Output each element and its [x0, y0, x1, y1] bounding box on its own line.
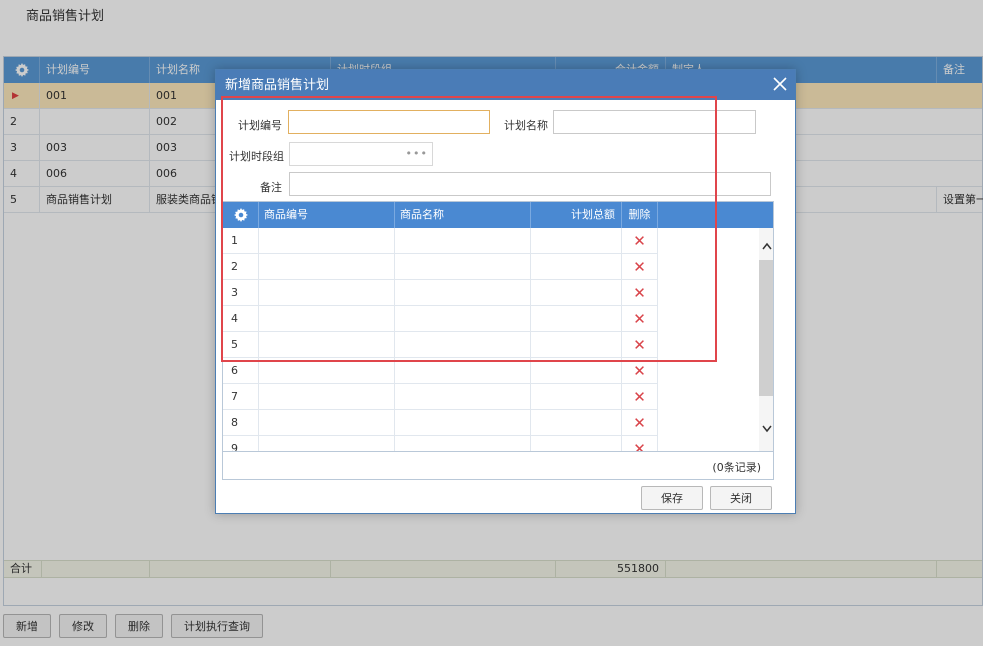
detail-grid-footer: (0条记录)	[223, 451, 773, 479]
column-product-name[interactable]: 商品名称	[395, 202, 531, 228]
dialog-title: 新增商品销售计划	[225, 78, 330, 93]
add-sales-plan-dialog: 新增商品销售计划 计划编号 计划名称 计划时段组 ••• 备注 商品编号 商品名…	[215, 69, 796, 514]
plan-total-cell[interactable]	[531, 384, 622, 410]
row-delete-icon[interactable]: ✕	[622, 228, 658, 254]
remark-input[interactable]	[289, 172, 771, 196]
row-number: 2	[223, 254, 259, 280]
detail-grid-header: 商品编号 商品名称 计划总额 删除	[223, 202, 773, 228]
list-item[interactable]: 2 ✕	[223, 254, 658, 280]
row-number: 7	[223, 384, 259, 410]
product-name-cell[interactable]	[395, 228, 531, 254]
list-item[interactable]: 8 ✕	[223, 410, 658, 436]
close-button[interactable]: 关闭	[710, 486, 772, 510]
product-code-cell[interactable]	[259, 228, 395, 254]
product-code-cell[interactable]	[259, 280, 395, 306]
list-item[interactable]: 5 ✕	[223, 332, 658, 358]
product-name-cell[interactable]	[395, 280, 531, 306]
row-number: 8	[223, 410, 259, 436]
plan-total-cell[interactable]	[531, 228, 622, 254]
list-item[interactable]: 7 ✕	[223, 384, 658, 410]
row-delete-icon[interactable]: ✕	[622, 254, 658, 280]
scroll-up-arrow-icon[interactable]	[762, 242, 772, 250]
list-item[interactable]: 3 ✕	[223, 280, 658, 306]
product-code-cell[interactable]	[259, 306, 395, 332]
plan-code-input[interactable]	[288, 110, 490, 134]
plan-code-label: 计划编号	[238, 119, 282, 132]
plan-total-cell[interactable]	[531, 280, 622, 306]
list-item[interactable]: 6 ✕	[223, 358, 658, 384]
plan-total-cell[interactable]	[531, 358, 622, 384]
product-detail-grid: 商品编号 商品名称 计划总额 删除 1 ✕ 2 ✕ 3 ✕ 4 ✕ 5 ✕ 6 ✕ 7 ✕ 8 ✕ 9 ✕ (0条…	[222, 201, 774, 480]
column-delete: 删除	[622, 202, 658, 228]
dialog-title-bar: 新增商品销售计划	[216, 70, 795, 100]
plan-total-cell[interactable]	[531, 332, 622, 358]
product-code-cell[interactable]	[259, 384, 395, 410]
column-product-code[interactable]: 商品编号	[259, 202, 395, 228]
plan-name-input[interactable]	[553, 110, 756, 134]
plan-name-label: 计划名称	[504, 119, 548, 132]
save-button[interactable]: 保存	[641, 486, 703, 510]
row-delete-icon[interactable]: ✕	[622, 280, 658, 306]
product-name-cell[interactable]	[395, 384, 531, 410]
product-code-cell[interactable]	[259, 358, 395, 384]
close-icon[interactable]	[773, 77, 787, 91]
product-code-cell[interactable]	[259, 332, 395, 358]
product-name-cell[interactable]	[395, 254, 531, 280]
list-item[interactable]: 1 ✕	[223, 228, 658, 254]
row-delete-icon[interactable]: ✕	[622, 306, 658, 332]
row-number: 1	[223, 228, 259, 254]
row-delete-icon[interactable]: ✕	[622, 332, 658, 358]
plan-total-cell[interactable]	[531, 410, 622, 436]
detail-column-settings-gear-icon[interactable]	[223, 202, 259, 228]
list-item[interactable]: 4 ✕	[223, 306, 658, 332]
period-group-picker[interactable]: •••	[289, 142, 433, 166]
row-number: 4	[223, 306, 259, 332]
product-name-cell[interactable]	[395, 332, 531, 358]
row-delete-icon[interactable]: ✕	[622, 358, 658, 384]
scrollbar-thumb[interactable]	[759, 260, 773, 396]
row-number: 3	[223, 280, 259, 306]
plan-total-cell[interactable]	[531, 306, 622, 332]
row-number: 5	[223, 332, 259, 358]
product-code-cell[interactable]	[259, 410, 395, 436]
column-plan-total[interactable]: 计划总额	[531, 202, 622, 228]
product-name-cell[interactable]	[395, 358, 531, 384]
record-count: (0条记录)	[712, 461, 761, 474]
product-code-cell[interactable]	[259, 254, 395, 280]
product-name-cell[interactable]	[395, 410, 531, 436]
row-delete-icon[interactable]: ✕	[622, 384, 658, 410]
plan-total-cell[interactable]	[531, 254, 622, 280]
app-window: 商品销售计划 计划编号 计划名称 计划时段组 合计金额 制定人 备注 ▶ 001…	[0, 0, 983, 646]
product-name-cell[interactable]	[395, 306, 531, 332]
period-group-label: 计划时段组	[229, 150, 284, 163]
ellipsis-icon[interactable]: •••	[406, 147, 428, 160]
scroll-down-arrow-icon[interactable]	[762, 425, 772, 433]
remark-label: 备注	[260, 181, 282, 194]
row-number: 6	[223, 358, 259, 384]
row-delete-icon[interactable]: ✕	[622, 410, 658, 436]
